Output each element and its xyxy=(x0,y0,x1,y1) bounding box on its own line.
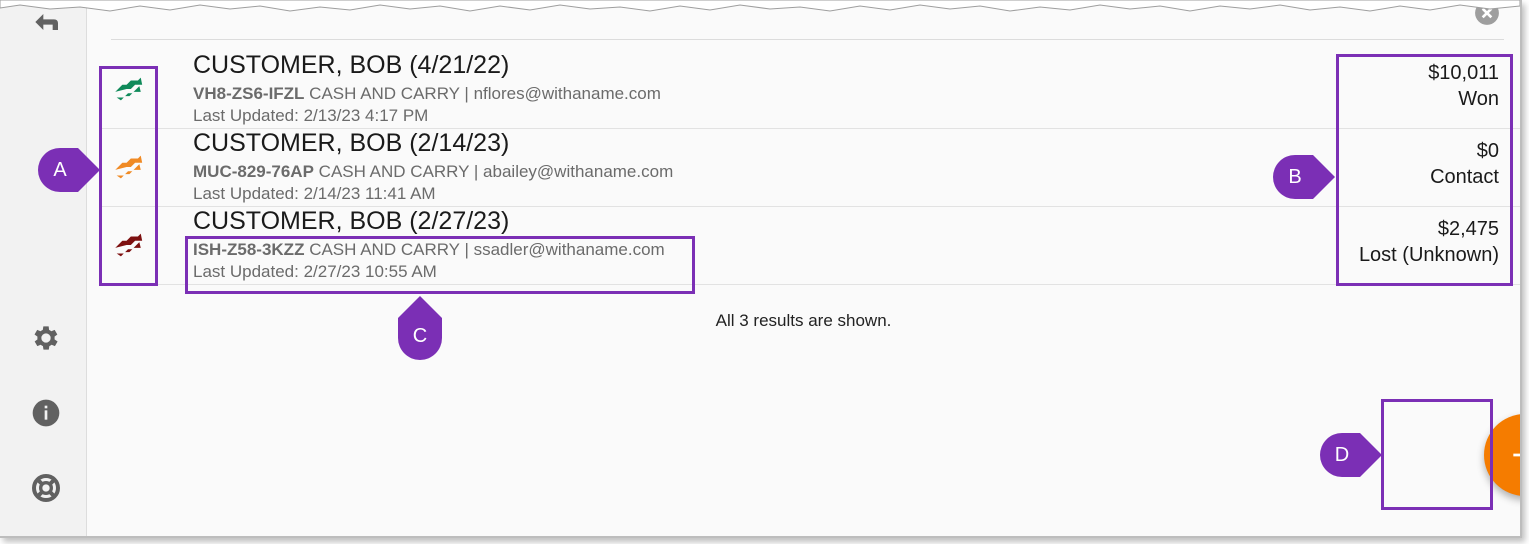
gear-icon[interactable] xyxy=(28,320,64,356)
opportunity-code: VH8-ZS6-IFZL xyxy=(193,84,305,103)
opportunity-info: CASH AND CARRY | abailey@withaname.com xyxy=(313,162,674,181)
results-summary: All 3 results are shown. xyxy=(715,311,892,330)
opportunity-details: MUC-829-76AP CASH AND CARRY | abailey@wi… xyxy=(193,162,673,182)
callout-b-label: B xyxy=(1288,165,1302,188)
callout-d: D xyxy=(1320,433,1382,485)
help-icon[interactable] xyxy=(28,470,64,506)
callout-c-label: C xyxy=(412,324,428,347)
opportunity-row[interactable]: CUSTOMER, BOB (4/21/22) VH8-ZS6-IFZL CAS… xyxy=(99,50,1520,129)
torn-edge xyxy=(0,0,1520,12)
app-window: CUSTOMER, BOB (4/21/22) VH8-ZS6-IFZL CAS… xyxy=(0,0,1522,538)
info-icon[interactable] xyxy=(28,395,64,431)
highlight-details xyxy=(185,236,695,294)
highlight-status-icons xyxy=(99,66,158,286)
divider xyxy=(111,39,1504,40)
opportunity-title: CUSTOMER, BOB (2/27/23) xyxy=(193,207,510,235)
highlight-amounts xyxy=(1336,54,1513,286)
callout-d-label: D xyxy=(1334,443,1350,466)
opportunity-details: VH8-ZS6-IFZL CASH AND CARRY | nflores@wi… xyxy=(193,84,661,104)
plus-icon xyxy=(1513,453,1520,457)
opportunity-title: CUSTOMER, BOB (4/21/22) xyxy=(193,51,510,79)
opportunity-info: CASH AND CARRY | nflores@withaname.com xyxy=(304,84,661,103)
opportunity-title: CUSTOMER, BOB (2/14/23) xyxy=(193,129,510,157)
last-updated: Last Updated: 2/13/23 4:17 PM xyxy=(193,106,429,125)
highlight-add-button xyxy=(1381,399,1493,510)
callout-c: C xyxy=(398,296,450,360)
callout-b: B xyxy=(1273,155,1335,207)
callout-a-label: A xyxy=(53,158,67,181)
opportunity-code: MUC-829-76AP xyxy=(193,162,314,181)
callout-a: A xyxy=(38,148,100,200)
sidebar xyxy=(0,0,87,536)
last-updated: Last Updated: 2/14/23 11:41 AM xyxy=(193,184,436,203)
